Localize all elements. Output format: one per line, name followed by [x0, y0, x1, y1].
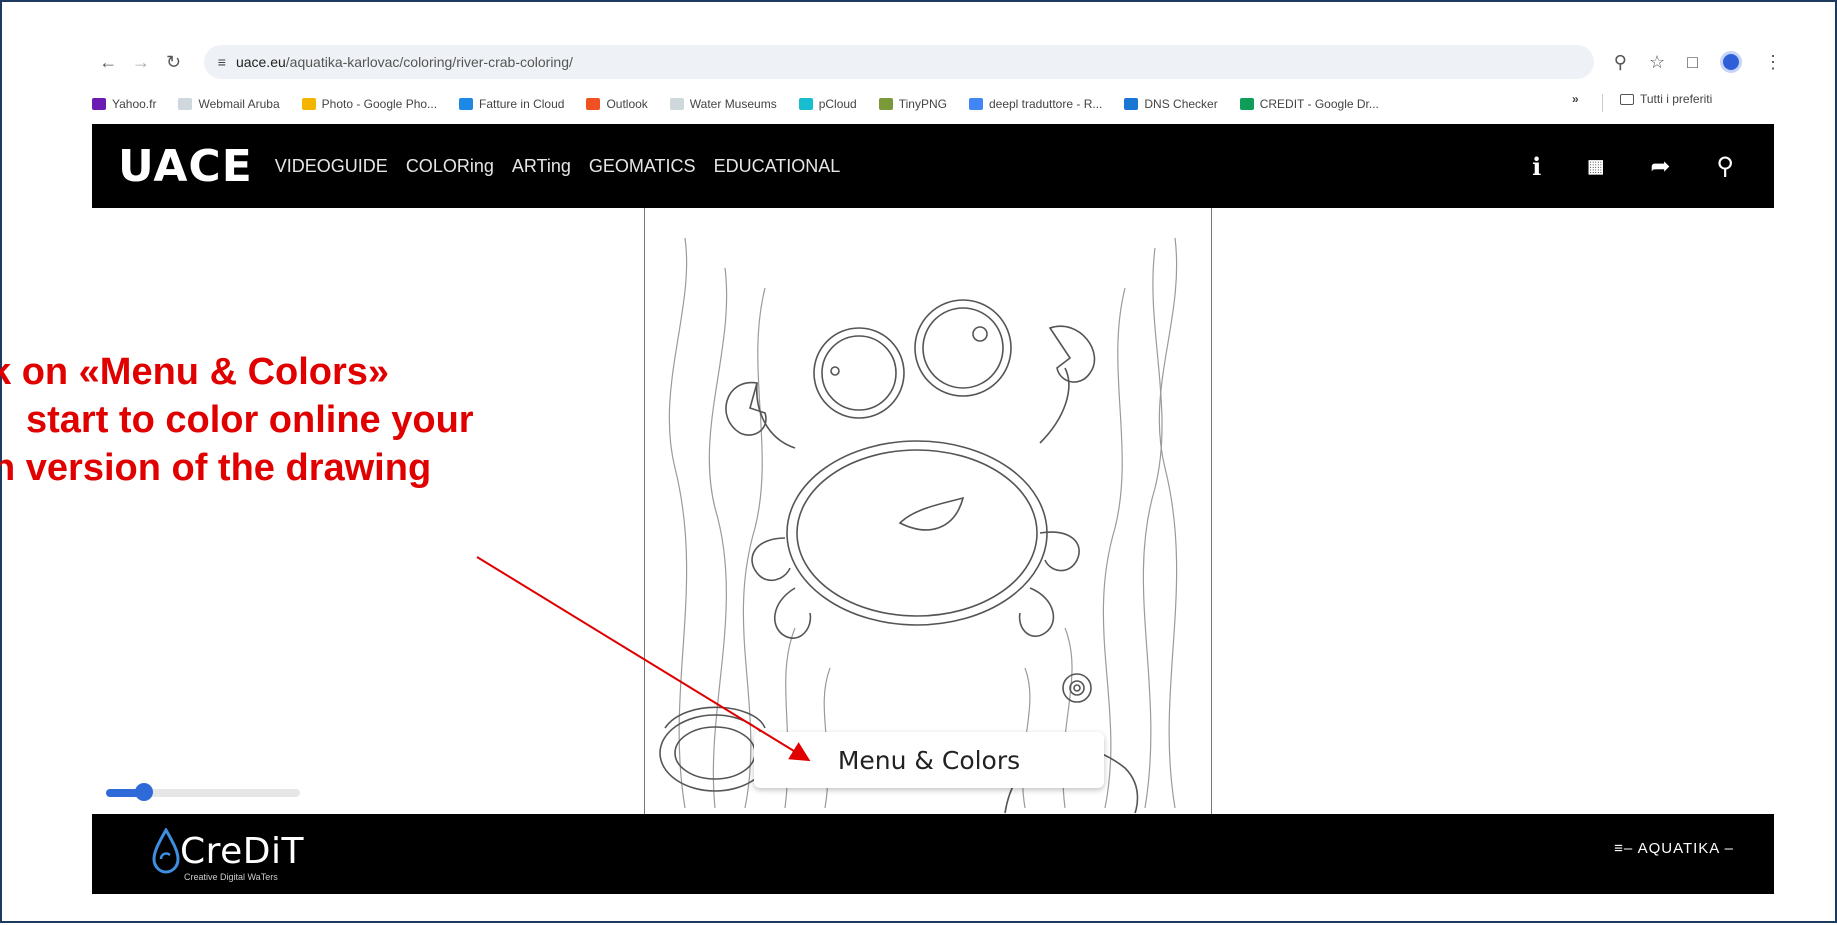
- bookmark-item[interactable]: Water Museums: [669, 97, 777, 111]
- credit-drop-icon: [152, 828, 180, 874]
- bookmark-star-icon[interactable]: ☆: [1649, 52, 1665, 73]
- menu-kebab-icon[interactable]: ⋮: [1764, 52, 1782, 73]
- address-bar[interactable]: ≡ uace.eu/aquatika-karlovac/coloring/riv…: [203, 45, 1594, 79]
- annotation-line-3: n version of the drawing: [0, 447, 432, 489]
- screenshot-frame: ← → ↻ ≡ uace.eu/aquatika-karlovac/colori…: [0, 0, 1837, 923]
- all-bookmarks-folder[interactable]: Tutti i preferiti: [1620, 92, 1712, 106]
- bookmark-item[interactable]: deepl traduttore - R...: [968, 97, 1103, 111]
- all-bookmarks-label: Tutti i preferiti: [1640, 92, 1713, 106]
- coloring-canvas[interactable]: [644, 208, 1212, 814]
- bookmark-item[interactable]: Yahoo.fr: [92, 97, 156, 111]
- bookmark-item[interactable]: Outlook: [586, 97, 648, 111]
- uace-mark-icon[interactable]: ▦: [1587, 157, 1604, 175]
- nav-educational[interactable]: EDUCATIONAL: [714, 156, 841, 177]
- river-crab-drawing: [659, 237, 1178, 814]
- bookmark-favicon-icon: [178, 98, 193, 110]
- bookmark-label: Water Museums: [689, 97, 777, 111]
- extensions-icon[interactable]: □: [1687, 52, 1698, 73]
- site-header: UACE VIDEOGUIDE COLORing ARTing GEOMATIC…: [92, 124, 1774, 208]
- bookmark-label: DNS Checker: [1144, 97, 1218, 111]
- aquatika-brand: AQUATIKA: [1637, 840, 1720, 857]
- slider-handle[interactable]: [134, 783, 153, 801]
- zoom-slider[interactable]: [106, 783, 300, 801]
- bookmark-favicon-icon: [1239, 98, 1254, 110]
- bookmark-favicon-icon: [878, 98, 893, 110]
- annotation-line-1: k on «Menu & Colors»: [0, 351, 390, 393]
- bookmark-favicon-icon: [586, 98, 601, 110]
- bookmark-favicon-icon: [459, 98, 474, 110]
- browser-toolbar: ← → ↻ ≡ uace.eu/aquatika-karlovac/colori…: [92, 42, 1782, 82]
- coloring-area: [92, 208, 1774, 814]
- bookmark-item[interactable]: DNS Checker: [1124, 97, 1218, 111]
- share-icon[interactable]: ➦: [1650, 152, 1670, 181]
- credit-logo[interactable]: CreDiT Creative Digital WaTers: [152, 828, 305, 882]
- bookmarks-bar: Yahoo.fr Webmail Aruba Photo - Google Pho.…: [92, 92, 1832, 116]
- bookmark-item[interactable]: Webmail Aruba: [178, 97, 280, 111]
- folder-icon: [1620, 93, 1634, 105]
- zoom-icon[interactable]: ⚲: [1614, 52, 1627, 73]
- bookmark-item[interactable]: TinyPNG: [878, 97, 947, 111]
- site-logo[interactable]: UACE: [118, 141, 253, 192]
- bookmark-label: Webmail Aruba: [198, 97, 280, 111]
- info-icon[interactable]: i: [1532, 152, 1541, 181]
- bookmarks-divider: [1602, 94, 1603, 112]
- aquatika-lines-icon: ≡–: [1614, 840, 1638, 857]
- url-domain: uace.eu: [235, 54, 286, 70]
- nav-arting[interactable]: ARTing: [512, 156, 571, 177]
- bookmark-favicon-icon: [1124, 98, 1139, 110]
- bookmarks-overflow-button[interactable]: »: [1572, 92, 1579, 106]
- bookmark-label: CREDIT - Google Dr...: [1259, 97, 1379, 111]
- credit-brand: CreDiT: [180, 830, 305, 872]
- aquatika-logo[interactable]: ≡– AQUATIKA –: [1614, 840, 1734, 857]
- credit-tagline: Creative Digital WaTers: [184, 872, 278, 882]
- bookmark-favicon-icon: [301, 98, 316, 110]
- bookmark-item[interactable]: CREDIT - Google Dr...: [1239, 97, 1379, 111]
- bookmark-label: Fatture in Cloud: [479, 97, 565, 111]
- nav-geomatics[interactable]: GEOMATICS: [589, 156, 696, 177]
- site-footer: CreDiT Creative Digital WaTers ≡– AQUATI…: [92, 814, 1774, 894]
- bookmark-label: Photo - Google Pho...: [321, 97, 438, 111]
- bookmark-label: deepl traduttore - R...: [988, 97, 1103, 111]
- reload-icon[interactable]: ↻: [157, 45, 190, 79]
- bookmark-favicon-icon: [92, 98, 106, 110]
- bookmark-favicon-icon: [968, 98, 983, 110]
- bookmark-label: TinyPNG: [898, 97, 947, 111]
- search-icon[interactable]: ⚲: [1716, 152, 1734, 181]
- annotation-line-2: start to color online your: [26, 399, 474, 441]
- nav-videoguide[interactable]: VIDEOGUIDE: [275, 156, 388, 177]
- instruction-annotation: k on «Menu & Colors» start to color onli…: [0, 348, 474, 492]
- url-path: /aquatika-karlovac/coloring/river-crab-c…: [285, 54, 573, 70]
- nav-coloring[interactable]: COLORing: [406, 156, 494, 177]
- bookmark-favicon-icon: [669, 98, 684, 110]
- bookmark-label: pCloud: [818, 97, 857, 111]
- site-settings-icon[interactable]: ≡: [218, 54, 226, 70]
- bookmark-label: Yahoo.fr: [112, 97, 157, 111]
- profile-avatar[interactable]: [1719, 51, 1742, 73]
- bookmark-item[interactable]: Photo - Google Pho...: [301, 97, 438, 111]
- back-icon[interactable]: ←: [92, 45, 125, 79]
- header-icons: i ▦ ➦ ⚲: [1532, 124, 1734, 208]
- menu-colors-button[interactable]: Menu & Colors: [754, 732, 1104, 788]
- toolbar-icons: ⚲ ☆ □ ⋮: [1614, 51, 1782, 73]
- bookmark-item[interactable]: Fatture in Cloud: [459, 97, 564, 111]
- main-nav: VIDEOGUIDE COLORing ARTing GEOMATICS EDU…: [275, 156, 840, 177]
- bookmark-item[interactable]: pCloud: [798, 97, 857, 111]
- bookmark-favicon-icon: [798, 98, 813, 110]
- bookmark-label: Outlook: [606, 97, 648, 111]
- forward-icon[interactable]: →: [125, 45, 158, 79]
